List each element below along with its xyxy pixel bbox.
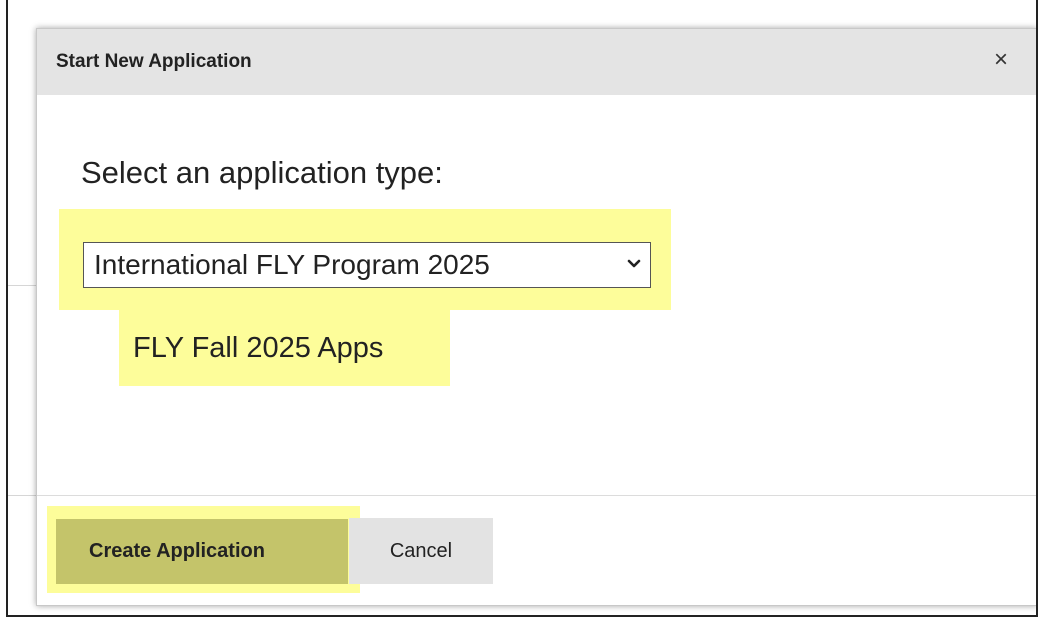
application-type-prompt: Select an application type: bbox=[81, 155, 443, 190]
close-icon[interactable]: × bbox=[988, 47, 1014, 73]
dialog-footer-divider bbox=[37, 495, 1036, 496]
dialog-title: Start New Application bbox=[56, 51, 252, 72]
application-type-selected-value: International FLY Program 2025 bbox=[94, 249, 490, 280]
start-application-dialog: Start New Application × Select an applic… bbox=[36, 28, 1036, 606]
page-background: Start New Application × Select an applic… bbox=[6, 0, 1038, 617]
dialog-header: Start New Application × bbox=[37, 29, 1036, 95]
cancel-button[interactable]: Cancel bbox=[349, 518, 493, 584]
create-application-button[interactable]: Create Application bbox=[56, 519, 348, 584]
application-option-label: FLY Fall 2025 Apps bbox=[133, 332, 384, 364]
application-type-select[interactable]: International FLY Program 2025 bbox=[83, 242, 651, 288]
chevron-down-icon bbox=[626, 244, 642, 299]
